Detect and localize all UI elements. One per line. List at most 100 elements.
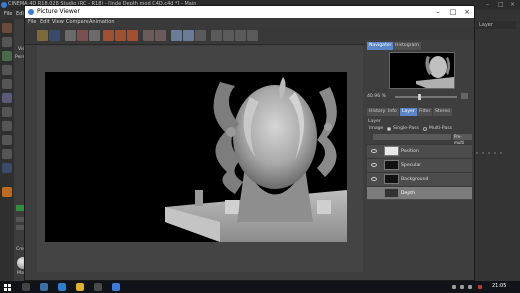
panel-dot [494, 152, 496, 154]
pv-menu-bar: File Edit View Compare Animation [25, 18, 474, 27]
layer-name: Specular [401, 163, 422, 168]
menu-view[interactable]: View [52, 19, 64, 25]
render-canvas-area[interactable] [37, 46, 363, 272]
visibility-eye-icon[interactable] [371, 149, 377, 153]
panel-dot [500, 152, 502, 154]
panel-dot [482, 152, 484, 154]
c4d-menu-file[interactable]: File [4, 11, 12, 17]
ab-compare-a-icon[interactable] [103, 30, 114, 41]
edge-browser-icon[interactable] [58, 283, 66, 291]
navigator-preview[interactable] [389, 52, 455, 89]
tab-history[interactable]: History [367, 108, 388, 116]
clapper-icon[interactable] [89, 30, 100, 41]
open-folder-icon[interactable] [37, 30, 48, 41]
layer-thumbnail [384, 160, 399, 170]
view-grid-icon[interactable] [195, 30, 206, 41]
zoom-slider-handle[interactable] [417, 94, 421, 100]
pv-window-title: Picture Viewer [37, 8, 80, 15]
menu-compare[interactable]: Compare [66, 19, 89, 25]
c4d-logo-icon [1, 2, 7, 8]
windows-taskbar: 21:05 [0, 281, 520, 293]
polygons-mode-icon[interactable] [2, 135, 12, 145]
alpha-channel-icon[interactable] [223, 30, 234, 41]
layer-name: Background [401, 177, 429, 182]
visibility-eye-icon[interactable] [371, 163, 377, 167]
network-icon[interactable] [452, 285, 456, 289]
search-icon[interactable] [22, 283, 30, 291]
move-tool-icon[interactable] [2, 37, 12, 47]
c4d-tool-palette [0, 19, 14, 281]
record-icon[interactable] [77, 30, 88, 41]
timeline-green-bar [16, 205, 24, 211]
color-channel-icon[interactable] [211, 30, 222, 41]
close-icon[interactable]: × [460, 7, 474, 17]
taskbar-clock[interactable]: 21:05 [492, 283, 506, 289]
stereo-icon[interactable] [247, 30, 258, 41]
store-icon[interactable] [94, 283, 102, 291]
multi-pass-radio[interactable] [423, 127, 427, 131]
first-frame-icon[interactable] [143, 30, 154, 41]
points-mode-icon[interactable] [2, 107, 12, 117]
tab-layer[interactable]: Layer [400, 108, 417, 116]
model-mode-icon[interactable] [2, 79, 12, 89]
maximize-icon[interactable]: □ [446, 7, 460, 17]
layer-section-label: Layer [368, 119, 381, 124]
edges-mode-icon[interactable] [2, 121, 12, 131]
layer-row-specular[interactable]: Specular [367, 158, 472, 171]
layer-header-label: Layer [479, 22, 493, 28]
layer-filter-input[interactable] [373, 134, 451, 140]
undo-tool-icon[interactable] [2, 23, 12, 33]
zoom-value[interactable]: 40.96 % [367, 93, 389, 100]
texture-mode-icon[interactable] [2, 93, 12, 103]
layer-row-depth[interactable]: Depth [367, 186, 472, 199]
save-icon[interactable] [49, 30, 60, 41]
tab-info[interactable]: Info [386, 108, 399, 116]
menu-file[interactable]: File [28, 19, 36, 25]
layer-row-position[interactable]: Position [367, 144, 472, 157]
ab-compare-b-icon[interactable] [115, 30, 126, 41]
windows-start-icon[interactable] [4, 284, 11, 291]
tab-histogram[interactable]: Histogram [393, 42, 421, 50]
minimize-icon[interactable]: – [431, 7, 445, 17]
zoom-menu-icon[interactable] [461, 93, 468, 99]
layer-mode-multi-pass[interactable]: Multi-Pass [429, 126, 452, 131]
layer-row-background[interactable]: Background [367, 172, 472, 185]
ab-swap-icon[interactable] [127, 30, 138, 41]
scale-tool-icon[interactable] [2, 51, 12, 61]
task-view-icon[interactable] [40, 283, 48, 291]
tweak-mode-icon[interactable] [2, 163, 12, 173]
view-single-icon[interactable] [171, 30, 182, 41]
layer-name: Position [401, 149, 419, 154]
visibility-eye-icon[interactable] [371, 177, 377, 181]
layer-thumbnail [384, 188, 399, 198]
view-split-icon[interactable] [183, 30, 194, 41]
layer-header: Layer [476, 21, 516, 29]
depth-render-image [45, 72, 347, 242]
layer-mode-image[interactable]: Image [369, 126, 383, 131]
layer-mode-single-pass[interactable]: Single-Pass [393, 126, 419, 131]
lut-icon[interactable] [235, 30, 246, 41]
tab-filter[interactable]: Filter [417, 108, 433, 116]
maximize-icon[interactable]: □ [498, 1, 504, 8]
minimize-icon[interactable]: – [486, 1, 489, 8]
zoom-slider[interactable] [395, 94, 457, 100]
panel-dot [476, 152, 478, 154]
rotate-tool-icon[interactable] [2, 65, 12, 75]
render-icon[interactable] [65, 30, 76, 41]
menu-edit[interactable]: Edit [40, 19, 50, 25]
menu-animation[interactable]: Animation [89, 19, 115, 25]
keyboard-icon[interactable] [468, 285, 472, 289]
snap-icon[interactable] [2, 187, 12, 197]
prev-frame-icon[interactable] [155, 30, 166, 41]
tab-stereo[interactable]: Stereo [433, 108, 452, 116]
blend-mode-dropdown[interactable]: Pre-multi [453, 134, 472, 145]
pv-title-bar[interactable]: Picture Viewer – □ × [25, 6, 474, 18]
close-icon[interactable]: × [510, 1, 515, 8]
cinema4d-taskbar-icon[interactable] [112, 283, 120, 291]
single-pass-radio[interactable] [387, 127, 391, 131]
volume-icon[interactable] [460, 285, 464, 289]
axis-mode-icon[interactable] [2, 149, 12, 159]
file-explorer-icon[interactable] [76, 283, 84, 291]
notification-icon[interactable] [478, 285, 482, 289]
tab-navigator[interactable]: Navigator [367, 42, 394, 50]
